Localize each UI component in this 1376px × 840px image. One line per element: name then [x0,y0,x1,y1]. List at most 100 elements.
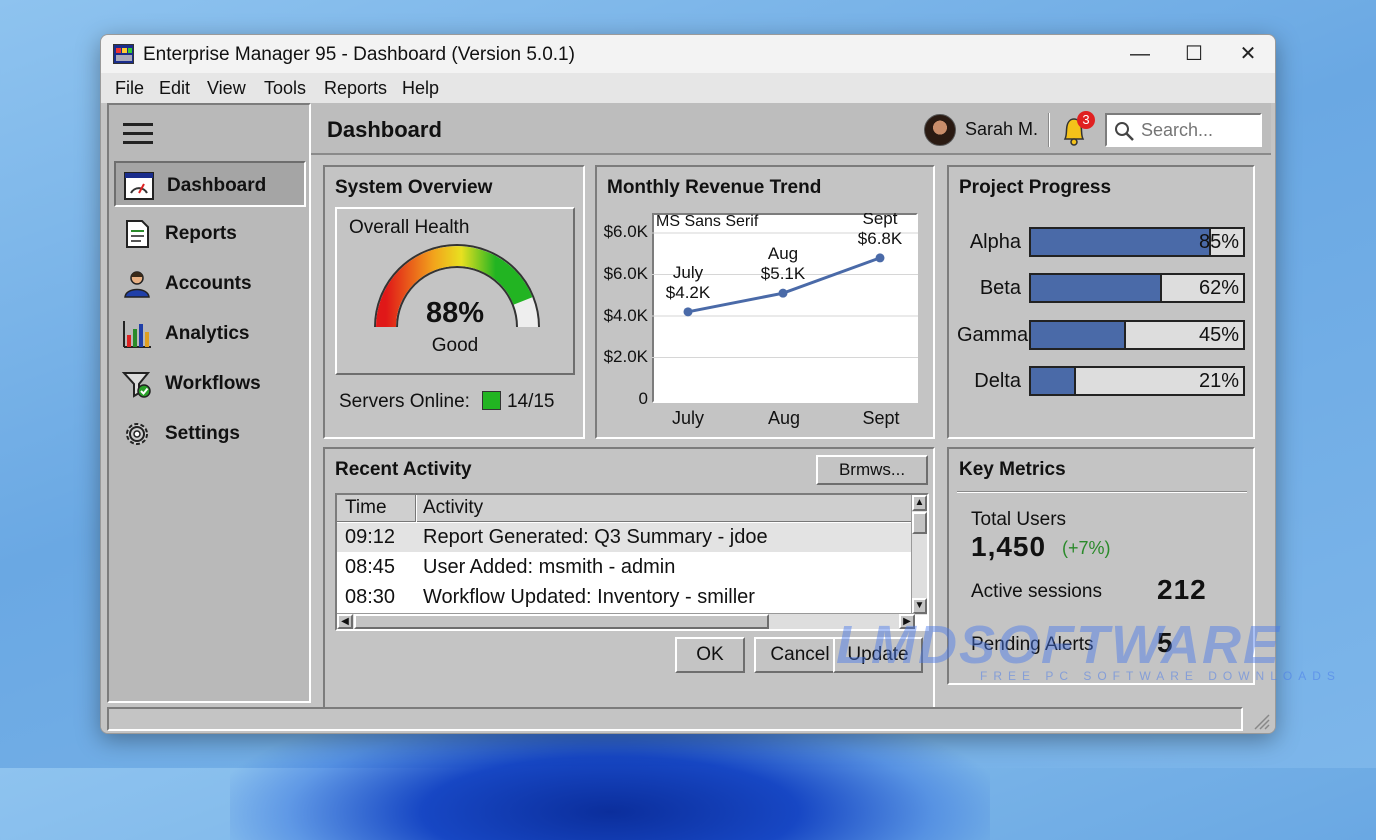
sidebar-item-reports[interactable]: Reports [114,211,306,257]
page-header: Dashboard Sarah M. 3 [311,103,1271,155]
y-tick-label: $2.0K [603,347,648,366]
panel-title: Monthly Revenue Trend [607,177,822,198]
progress-bar: 62% [1029,273,1245,303]
menu-view[interactable]: View [207,78,246,99]
project-name: Beta [979,277,1021,299]
sidebar-item-label: Settings [165,423,240,444]
horizontal-scrollbar[interactable]: ◀ ▶ [337,613,915,629]
sidebar-item-analytics[interactable]: Analytics [114,311,306,357]
menu-reports[interactable]: Reports [324,78,387,99]
window-title: Enterprise Manager 95 - Dashboard (Versi… [143,44,575,65]
progress-row-gamma: Gamma 45% [957,320,1247,350]
scroll-left-arrow-icon[interactable]: ◀ [337,614,353,629]
health-gauge: Overall Health 88% Good [335,207,575,375]
project-name: Alpha [969,231,1021,253]
progress-row-beta: Beta 62% [957,273,1247,303]
ok-button[interactable]: OK [675,637,745,673]
notification-badge: 3 [1077,111,1095,129]
sidebar-item-workflows[interactable]: Workflows [114,361,306,407]
search-input[interactable] [1139,119,1254,141]
column-header-time[interactable]: Time [345,497,387,519]
progress-fill [1031,229,1212,255]
status-led-icon [481,391,501,410]
column-header-activity[interactable]: Activity [423,497,483,519]
x-tick-label: Aug [767,408,801,428]
project-name: Delta [974,370,1021,392]
health-value: 88% [425,297,485,329]
row-activity: Workflow Updated: Inventory - smiller [423,586,755,608]
system-overview-panel: System Overview Overall Health 88% Good … [323,165,585,439]
progress-row-delta: Delta 21% [957,366,1247,396]
sidebar-item-label: Reports [165,223,237,244]
column-divider[interactable] [415,495,417,522]
vertical-scrollbar[interactable]: ▲ ▼ [911,495,927,615]
active-sessions-value: 212 [1157,574,1207,605]
table-row[interactable]: 09:12 Report Generated: Q3 Summary - jdo… [337,523,915,552]
progress-percent: 45% [1198,324,1239,346]
row-activity: Report Generated: Q3 Summary - jdoe [423,526,768,548]
title-bar[interactable]: Enterprise Manager 95 - Dashboard (Versi… [101,35,1275,73]
menu-tools[interactable]: Tools [264,78,306,99]
servers-value: 14/15 [506,391,555,412]
data-point[interactable] [778,288,788,298]
total-users-change: (+7%) [1062,538,1111,558]
sidebar-item-label: Workflows [165,373,261,394]
y-tick-label: $4.0K [603,306,648,325]
sidebar-item-dashboard[interactable]: Dashboard [114,161,306,207]
data-point[interactable] [683,307,693,317]
recent-activity-panel: Recent Activity Brmws... Time Activity 0… [323,447,935,721]
scroll-thumb[interactable] [912,512,927,534]
data-point[interactable] [875,253,885,263]
app-icon [113,44,134,64]
data-label: $4.2K [666,283,711,302]
panel-title: Key Metrics [959,459,1066,480]
menu-bar: File Edit View Tools Reports Help [101,73,1275,103]
progress-bar: 45% [1029,320,1245,350]
sidebar-item-settings[interactable]: Settings [114,411,306,457]
revenue-chart-panel: Monthly Revenue Trend $6.0K $6.0K $4.0K … [595,165,935,439]
data-label: Sept [863,213,898,228]
progress-bar: 85% [1029,227,1245,257]
minimize-button[interactable]: — [1113,35,1167,73]
status-bar [107,707,1243,731]
row-activity: User Added: msmith - admin [423,556,676,578]
scroll-up-arrow-icon[interactable]: ▲ [912,495,927,511]
dashboard-icon [124,172,154,200]
gear-icon [126,423,148,445]
user-name[interactable]: Sarah M. [965,119,1038,140]
search-box [1105,113,1262,147]
gauge-label: Overall Health [349,217,470,238]
table-row[interactable]: 08:45 User Added: msmith - admin [337,553,915,582]
progress-percent: 85% [1198,231,1239,253]
hamburger-menu-icon[interactable] [123,123,153,145]
data-label: $6.8K [858,229,903,248]
resize-grip-icon[interactable] [1251,711,1271,731]
divider [957,491,1247,493]
watermark-logo: LMDSOFTWARE [836,615,1281,675]
total-users-value: 1,450 [971,531,1047,562]
table-row[interactable]: 08:30 Workflow Updated: Inventory - smil… [337,583,915,612]
progress-fill [1031,368,1076,394]
progress-percent: 21% [1198,370,1239,392]
total-users-label: Total Users [971,509,1067,530]
health-status: Good [431,335,479,356]
menu-file[interactable]: File [115,78,144,99]
close-button[interactable]: ✕ [1221,35,1275,73]
project-progress-panel: Project Progress Alpha 85% Beta 62% Gamm… [947,165,1255,439]
sidebar-item-accounts[interactable]: Accounts [114,261,306,307]
sidebar-item-label: Analytics [165,323,250,344]
menu-help[interactable]: Help [402,78,439,99]
row-time: 08:30 [345,586,396,608]
maximize-button[interactable]: ☐ [1167,35,1221,73]
servers-label: Servers Online: [339,391,470,412]
page-title: Dashboard [327,117,442,142]
table-header: Time Activity [337,495,915,522]
scroll-down-arrow-icon[interactable]: ▼ [912,598,927,614]
panel-title: System Overview [335,177,493,198]
avatar[interactable] [924,114,956,146]
scroll-thumb[interactable] [354,614,769,629]
menu-edit[interactable]: Edit [159,78,190,99]
sidebar-item-label: Dashboard [167,175,267,196]
y-tick-label: $6.0K [603,222,648,241]
browse-button[interactable]: Brmws... [816,455,928,485]
